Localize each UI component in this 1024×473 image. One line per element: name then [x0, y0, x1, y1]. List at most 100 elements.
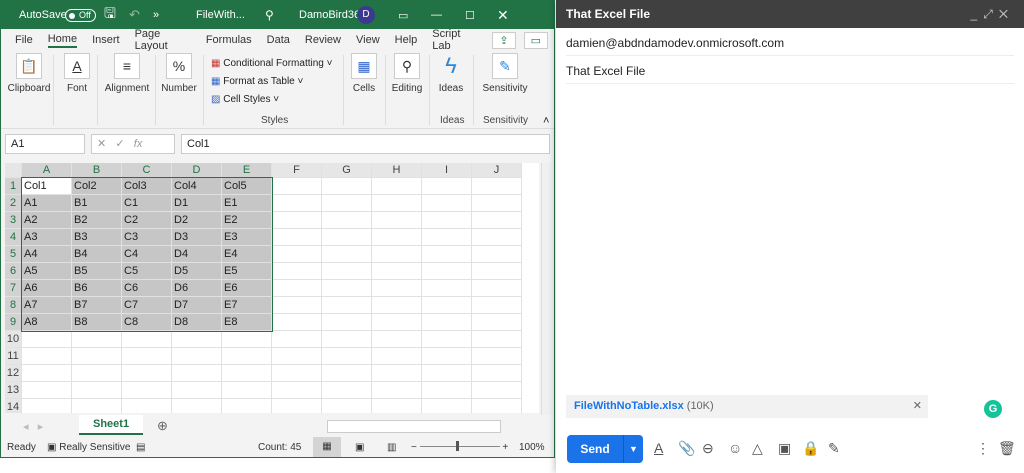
cell[interactable]: Col3: [122, 178, 172, 195]
signature-icon[interactable]: ✎: [828, 440, 840, 457]
cell[interactable]: [222, 399, 272, 413]
fx-icon[interactable]: fx: [134, 138, 143, 150]
cell[interactable]: D5: [172, 263, 222, 280]
more-options-icon[interactable]: ⋮: [976, 440, 990, 457]
cell[interactable]: [322, 365, 372, 382]
cell[interactable]: [272, 382, 322, 399]
cell[interactable]: [122, 365, 172, 382]
cell[interactable]: [322, 246, 372, 263]
cell[interactable]: C2: [122, 212, 172, 229]
number-button[interactable]: % Number: [159, 53, 199, 94]
cell[interactable]: [422, 348, 472, 365]
sheet-tab[interactable]: Sheet1: [79, 415, 144, 435]
cell[interactable]: [22, 382, 72, 399]
cell[interactable]: [322, 314, 372, 331]
cell[interactable]: [372, 348, 422, 365]
attach-icon[interactable]: 📎: [678, 440, 695, 457]
editing-button[interactable]: ⚲ Editing: [389, 53, 425, 94]
cell[interactable]: C7: [122, 297, 172, 314]
cell[interactable]: [472, 280, 522, 297]
cell[interactable]: A8: [22, 314, 72, 331]
cell[interactable]: E6: [222, 280, 272, 297]
column-header[interactable]: E: [222, 163, 272, 178]
ribbon-display-icon[interactable]: ▭: [398, 9, 408, 22]
row-header[interactable]: 3: [5, 212, 22, 229]
cell[interactable]: [422, 229, 472, 246]
cell[interactable]: [72, 331, 122, 348]
cell[interactable]: [472, 178, 522, 195]
grammarly-icon[interactable]: G: [984, 400, 1002, 418]
cell[interactable]: D7: [172, 297, 222, 314]
cell[interactable]: [422, 212, 472, 229]
cell[interactable]: [422, 178, 472, 195]
clipboard-button[interactable]: 📋 Clipboard: [7, 53, 51, 94]
minimize-icon[interactable]: _: [971, 7, 984, 21]
cell[interactable]: [72, 365, 122, 382]
cell[interactable]: [322, 297, 372, 314]
row-header[interactable]: 7: [5, 280, 22, 297]
cell[interactable]: B8: [72, 314, 122, 331]
cell[interactable]: [272, 212, 322, 229]
row-header[interactable]: 9: [5, 314, 22, 331]
cell[interactable]: [422, 399, 472, 413]
to-field[interactable]: damien@abdndamodev.onmicrosoft.com: [566, 28, 1014, 56]
close-icon[interactable]: ✕: [999, 7, 1014, 21]
cell[interactable]: [422, 382, 472, 399]
cell[interactable]: [472, 212, 522, 229]
confidential-icon[interactable]: 🔒: [802, 440, 819, 457]
row-header[interactable]: 6: [5, 263, 22, 280]
formatting-icon[interactable]: A: [654, 440, 663, 456]
cell-styles-button[interactable]: ▨ Cell Styles ˅: [211, 91, 332, 109]
cell[interactable]: [22, 331, 72, 348]
cell[interactable]: [322, 280, 372, 297]
row-header[interactable]: 2: [5, 195, 22, 212]
cell[interactable]: C6: [122, 280, 172, 297]
send-button[interactable]: Send ▼: [567, 435, 643, 463]
cell[interactable]: B4: [72, 246, 122, 263]
ideas-button[interactable]: ϟ Ideas: [435, 53, 467, 94]
cell[interactable]: [22, 348, 72, 365]
cell[interactable]: D8: [172, 314, 222, 331]
cell[interactable]: A2: [22, 212, 72, 229]
tab-view[interactable]: View: [356, 34, 380, 46]
cell[interactable]: [122, 331, 172, 348]
column-header[interactable]: H: [372, 163, 422, 178]
column-header[interactable]: F: [272, 163, 322, 178]
cell[interactable]: [372, 229, 422, 246]
page-break-icon[interactable]: ▥: [387, 442, 396, 453]
macro-icon[interactable]: ▤: [136, 442, 145, 453]
cell[interactable]: [322, 348, 372, 365]
cell[interactable]: [322, 212, 372, 229]
cell[interactable]: Col1: [22, 178, 72, 195]
cell[interactable]: [422, 297, 472, 314]
cell[interactable]: [372, 195, 422, 212]
avatar[interactable]: D: [357, 6, 375, 24]
cell[interactable]: A1: [22, 195, 72, 212]
cell[interactable]: [372, 263, 422, 280]
select-all-corner[interactable]: [5, 163, 22, 178]
cell[interactable]: [372, 382, 422, 399]
cell[interactable]: [272, 297, 322, 314]
share-icon[interactable]: ⇪: [492, 31, 516, 49]
cell[interactable]: [222, 348, 272, 365]
row-header[interactable]: 14: [5, 399, 22, 413]
cell[interactable]: [122, 348, 172, 365]
cell[interactable]: D2: [172, 212, 222, 229]
close-icon[interactable]: ✕: [497, 7, 509, 24]
cell[interactable]: [372, 212, 422, 229]
column-header[interactable]: D: [172, 163, 222, 178]
cell[interactable]: [222, 365, 272, 382]
cell[interactable]: [372, 246, 422, 263]
cell[interactable]: [272, 246, 322, 263]
cell[interactable]: B1: [72, 195, 122, 212]
formula-input[interactable]: Col1: [181, 134, 550, 154]
font-button[interactable]: A Font: [59, 53, 95, 94]
cell[interactable]: [322, 178, 372, 195]
cell[interactable]: [22, 365, 72, 382]
attachment-chip[interactable]: FileWithNoTable.xlsx (10K) ✕: [566, 395, 928, 418]
cell[interactable]: [472, 314, 522, 331]
cell[interactable]: D4: [172, 246, 222, 263]
cell[interactable]: C8: [122, 314, 172, 331]
cell[interactable]: [222, 382, 272, 399]
cell[interactable]: [272, 195, 322, 212]
